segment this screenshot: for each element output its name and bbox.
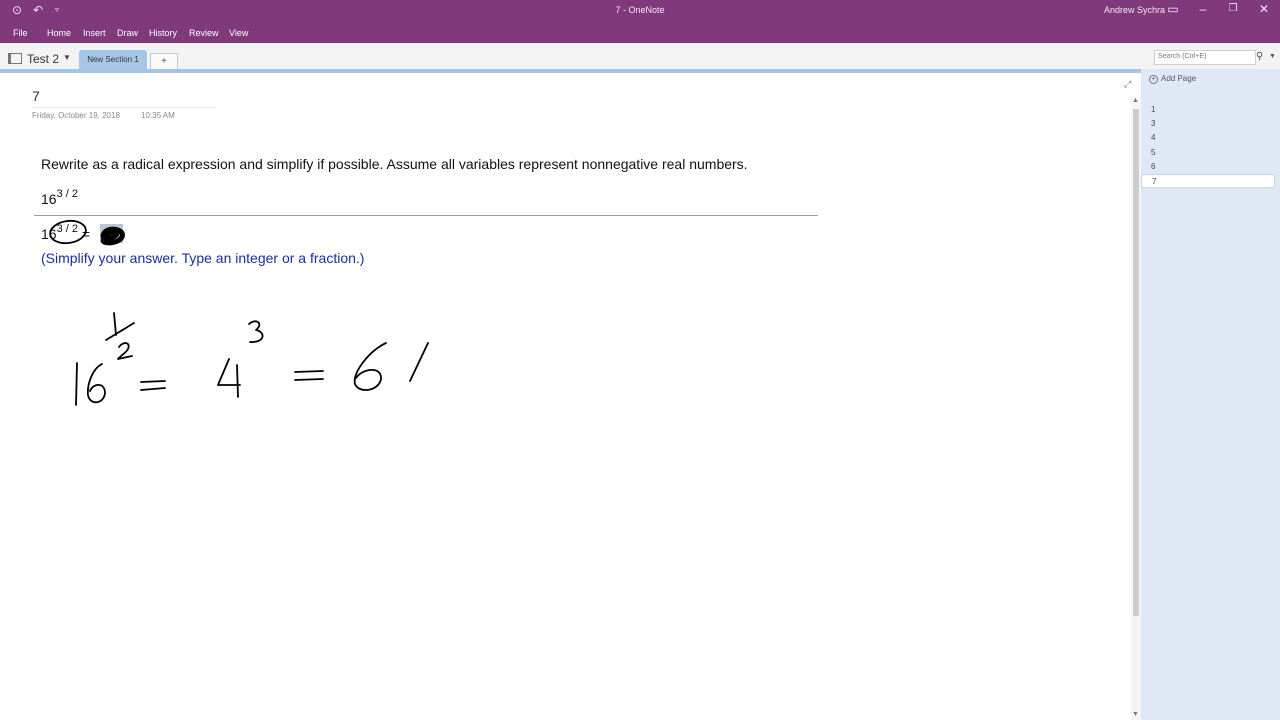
restore-icon[interactable]: ❐	[1223, 3, 1243, 14]
tab-file[interactable]: File	[13, 28, 28, 38]
ink-fraction-bar	[105, 322, 135, 341]
ink-digit-six-a	[87, 363, 106, 404]
page-item-4[interactable]: 4	[1141, 131, 1275, 145]
search-scope-chevron-icon[interactable]: ▼	[1269, 53, 1276, 60]
search-icon[interactable]: ⚲	[1256, 51, 1263, 62]
section-tab[interactable]: New Section 1	[79, 50, 147, 69]
page-scrollbar[interactable]: ▲ ▼	[1131, 97, 1141, 720]
minimize-icon[interactable]: –	[1193, 2, 1213, 16]
scroll-thumb[interactable]	[1133, 109, 1139, 616]
notebook-icon[interactable]	[8, 53, 22, 64]
plus-circle-icon: +	[1149, 75, 1158, 84]
tab-history[interactable]: History	[149, 28, 177, 38]
scroll-down-icon[interactable]: ▼	[1132, 711, 1139, 718]
ink-digit-three	[248, 320, 264, 343]
window-title: 7 - OneNote	[615, 5, 665, 15]
page-item-5[interactable]: 5	[1141, 146, 1275, 160]
ink-drawing	[49, 219, 429, 406]
pages-panel: + Add Page 1 3 4 5 6 7	[1141, 69, 1280, 720]
ink-fraction-two	[117, 342, 133, 360]
tab-view[interactable]: View	[229, 28, 248, 38]
close-icon[interactable]: ✕	[1254, 2, 1274, 16]
tab-insert[interactable]: Insert	[83, 28, 106, 38]
notebook-bar: Test 2 ▼ New Section 1 +	[0, 43, 1280, 70]
page-item-3[interactable]: 3	[1141, 117, 1275, 131]
page-item-6[interactable]: 6	[1141, 160, 1275, 174]
add-section-button[interactable]: +	[150, 53, 178, 69]
title-bar: ⊙ ↶ ▿ 7 - OneNote Andrew Sychra ▭ – ❐ ✕	[0, 0, 1280, 22]
page-item-7-selected[interactable]: 7	[1141, 174, 1275, 188]
page-item-1[interactable]: 1	[1141, 103, 1275, 117]
user-name[interactable]: Andrew Sychra	[1104, 5, 1165, 15]
add-page-button[interactable]: + Add Page	[1149, 74, 1196, 84]
page-canvas[interactable]: 7 Friday, October 19, 2018 10:35 AM ⤢ Re…	[0, 73, 1131, 720]
ink-circle-exponent	[49, 219, 87, 245]
notebook-name[interactable]: Test 2	[27, 52, 59, 66]
ink-scribble-answer	[100, 226, 125, 246]
ink-digit-six-b	[353, 342, 387, 391]
ink-equals-one	[140, 380, 166, 391]
scroll-up-icon[interactable]: ▲	[1132, 97, 1139, 104]
ribbon-display-icon[interactable]: ▭	[1163, 2, 1183, 16]
ribbon-tabs: File Home Insert Draw History Review Vie…	[0, 22, 1280, 43]
chevron-down-icon[interactable]: ▼	[63, 53, 71, 62]
add-page-label: Add Page	[1161, 74, 1197, 83]
ink-digit-one	[75, 362, 78, 406]
ink-fraction-one	[113, 312, 117, 336]
tab-home[interactable]: Home	[47, 28, 71, 38]
search-input[interactable]: Search (Ctrl+E)	[1154, 50, 1256, 65]
ink-digit-four	[217, 358, 241, 398]
ink-digit-four-partial	[409, 342, 429, 382]
ink-equals-two	[294, 370, 324, 381]
tab-review[interactable]: Review	[189, 28, 219, 38]
tab-draw[interactable]: Draw	[117, 28, 138, 38]
